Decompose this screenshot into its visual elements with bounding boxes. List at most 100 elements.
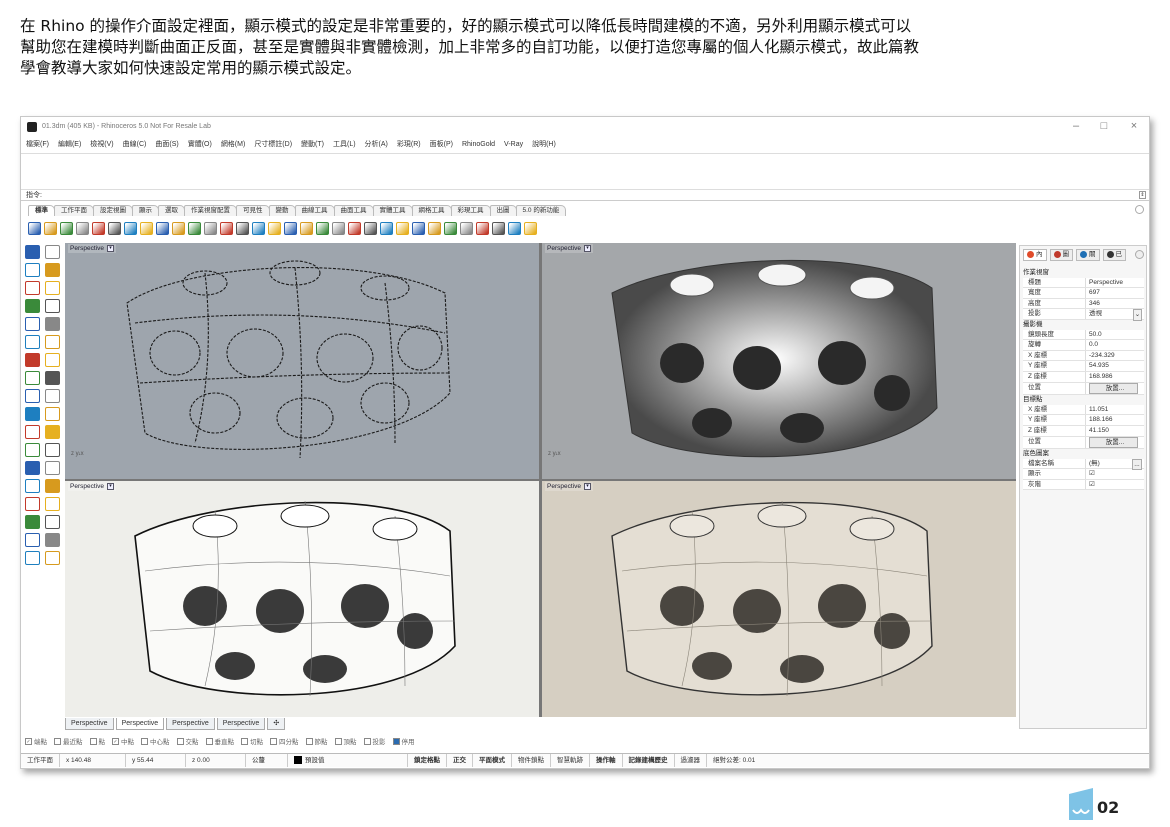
property-row[interactable]: 投影 透視 ⌄ — [1023, 309, 1144, 321]
property-row[interactable]: Z 座標 41.150 — [1023, 425, 1144, 437]
undo-view-icon[interactable] — [268, 221, 281, 235]
checkbox-icon[interactable] — [363, 738, 371, 746]
checkbox-icon[interactable] — [241, 738, 248, 746]
title-bar[interactable]: 01.3dm (405 KB) - Rhinoceros 5.0 Not For… — [21, 117, 1149, 137]
point-tool-icon[interactable] — [45, 245, 60, 259]
viewport-technical[interactable]: Perspective ▾ — [65, 481, 539, 717]
trim-tool-icon[interactable] — [25, 443, 40, 457]
viewport-tab[interactable]: Perspective — [115, 718, 165, 730]
viewport-tab[interactable]: ✣ — [267, 718, 286, 730]
menu-item[interactable]: V-Ray — [504, 141, 523, 148]
checkbox-icon[interactable] — [89, 738, 97, 746]
print-icon[interactable] — [76, 221, 89, 235]
explode-tool-icon[interactable] — [45, 407, 60, 421]
rebuild-tool-icon[interactable] — [25, 335, 40, 349]
glasses-icon[interactable] — [348, 221, 361, 235]
osnap-10[interactable]: 頂點 — [334, 736, 357, 746]
panel-tab[interactable]: 關 — [1076, 249, 1100, 261]
rotate-tool-icon[interactable] — [25, 461, 40, 475]
property-value[interactable]: ☑ — [1086, 480, 1144, 490]
osnap-6[interactable]: 垂直點 — [205, 736, 234, 746]
toolbar-tab[interactable]: 工作平面 — [54, 205, 94, 216]
array-tool-icon[interactable] — [45, 479, 60, 493]
undo-icon[interactable] — [156, 221, 169, 235]
maximize-button[interactable]: □ — [1097, 120, 1111, 132]
menu-item[interactable]: 檔案(F) — [26, 139, 49, 149]
zoom-dynamic-icon[interactable] — [204, 221, 217, 235]
wire-view-icon[interactable] — [316, 221, 329, 235]
toolbar-tab[interactable]: 5.0 的新功能 — [515, 205, 567, 216]
panel-tab[interactable]: 已 — [1102, 249, 1126, 261]
osnap-3[interactable]: ✓ 中點 — [112, 736, 134, 746]
fillet-tool-icon[interactable] — [45, 335, 60, 349]
property-row[interactable]: 檔案名稱 (無)... — [1023, 458, 1144, 471]
menu-item[interactable]: 網格(M) — [221, 139, 246, 149]
viewport-label[interactable]: Perspective ▾ — [68, 244, 116, 253]
filter-toggle[interactable]: 過濾器 — [675, 754, 707, 767]
viewport-menu-icon[interactable]: ▾ — [583, 482, 591, 490]
move-tool-icon[interactable] — [45, 443, 60, 457]
viewport-label[interactable]: Perspective ▾ — [68, 482, 116, 491]
menu-item[interactable]: 分析(A) — [365, 139, 388, 149]
checkbox-icon[interactable] — [305, 738, 313, 746]
environment-icon[interactable] — [460, 221, 473, 235]
viewport-label[interactable]: Perspective ▾ — [545, 482, 593, 491]
property-row[interactable]: 旋轉 0.0 — [1023, 340, 1144, 351]
property-row[interactable]: 位置 放置... — [1023, 382, 1144, 396]
property-row[interactable]: 高度 346 — [1023, 298, 1144, 310]
status-unit[interactable]: 公釐 — [246, 754, 288, 767]
osnap-0[interactable]: ✓ 端點 — [25, 736, 47, 746]
panel-gear-icon[interactable] — [1135, 250, 1144, 259]
checkbox-icon[interactable] — [141, 738, 148, 746]
osnap-2[interactable]: 點 — [89, 736, 105, 746]
rectangle-tool-icon[interactable] — [25, 299, 40, 313]
toolbar-tab[interactable]: 設定視圖 — [93, 205, 133, 216]
toolbar-tab[interactable]: 變動 — [268, 205, 296, 216]
properties-tool-icon[interactable] — [45, 515, 60, 529]
property-row[interactable]: 灰階 ☑ — [1023, 479, 1144, 491]
dropdown-chevron-icon[interactable]: ⌄ — [1133, 309, 1142, 321]
car-render-icon[interactable] — [300, 221, 313, 235]
property-row[interactable]: 顯示 ☑ — [1023, 469, 1144, 480]
planar-toggle[interactable]: 平面模式 — [473, 754, 512, 767]
mesh-tool-icon[interactable] — [25, 533, 40, 547]
toolbar-tab[interactable]: 可見性 — [236, 205, 270, 216]
command-line[interactable]: 指令: ⇕ — [21, 190, 1149, 201]
minimize-button[interactable]: – — [1069, 120, 1083, 132]
close-button[interactable]: × — [1127, 120, 1141, 132]
zoom-selected-icon[interactable] — [252, 221, 265, 235]
osnap-1[interactable]: 最近點 — [54, 736, 83, 746]
ellipse-tool-icon[interactable] — [25, 317, 40, 331]
property-row[interactable]: 寬度 697 — [1023, 288, 1144, 299]
menu-item[interactable]: RhinoGold — [462, 141, 495, 148]
viewport-tab[interactable]: Perspective — [166, 718, 215, 730]
materials-icon[interactable] — [444, 221, 457, 235]
osnap-7[interactable]: 切點 — [241, 736, 263, 746]
toolbar-tab[interactable]: 曲面工具 — [333, 205, 374, 216]
toolbar-tab[interactable]: 網格工具 — [411, 205, 452, 216]
new-file-icon[interactable] — [28, 221, 41, 235]
osnap-9[interactable]: 節點 — [305, 736, 328, 746]
viewport-tab[interactable]: Perspective — [216, 718, 266, 730]
join-tool-icon[interactable] — [25, 425, 40, 439]
menu-item[interactable]: 尺寸標註(D) — [254, 139, 292, 149]
grid-snap-toggle[interactable]: 鎖定格點 — [408, 754, 447, 767]
freeform-tool-icon[interactable] — [45, 317, 60, 331]
place-button[interactable]: 放置... — [1089, 436, 1138, 449]
pin-icon[interactable] — [476, 221, 489, 235]
sphere-tool-icon[interactable] — [25, 353, 40, 367]
curve-tool-icon[interactable] — [45, 263, 60, 277]
array-grid-tool-icon[interactable] — [25, 515, 40, 529]
select-tool-icon[interactable] — [25, 245, 40, 259]
property-value[interactable]: ☑ — [1086, 469, 1144, 479]
status-cplane[interactable]: 工作平面 — [21, 754, 60, 767]
menu-item[interactable]: 檢視(V) — [90, 139, 113, 149]
split-tool-icon[interactable] — [45, 425, 60, 439]
help-icon[interactable] — [524, 221, 537, 235]
checkbox-icon[interactable] — [392, 738, 400, 746]
checkbox-icon[interactable] — [334, 738, 342, 746]
zoom-extents-icon[interactable] — [236, 221, 249, 235]
smart-track-toggle[interactable]: 智慧軌跡 — [551, 754, 590, 767]
four-viewports-icon[interactable] — [284, 221, 297, 235]
property-row[interactable]: 鏡頭長度 50.0 — [1023, 329, 1144, 341]
